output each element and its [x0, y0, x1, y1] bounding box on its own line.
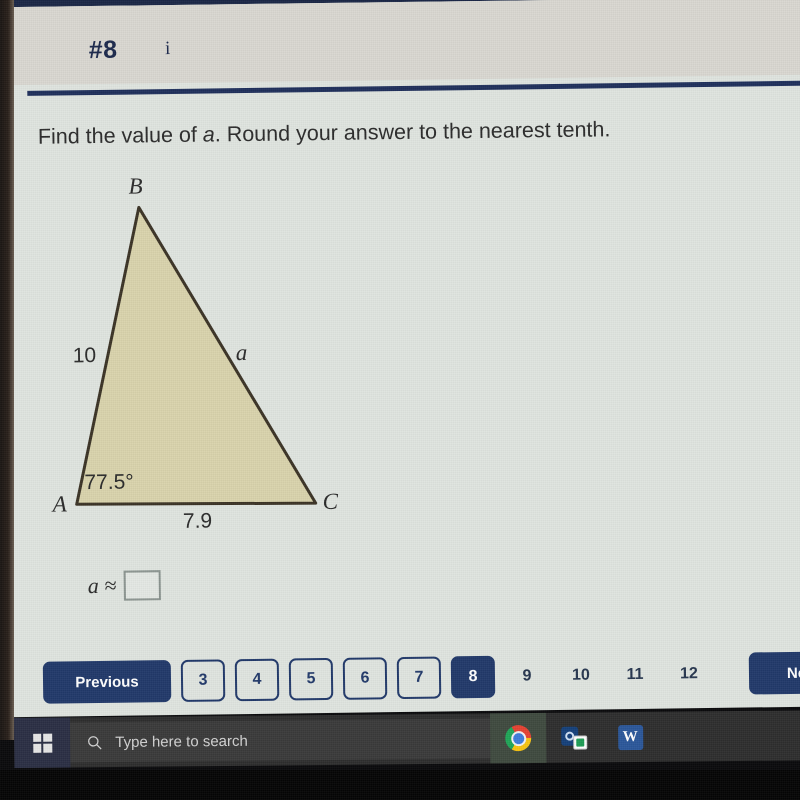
laptop-screen: #8 i Find the value of a. Round your ans… — [0, 0, 800, 735]
taskbar-app-outlook[interactable] — [546, 712, 602, 763]
screen-bezel-left — [0, 0, 14, 740]
photo-dark-area — [0, 770, 800, 800]
page-button-7[interactable]: 7 — [396, 656, 442, 700]
vertex-label-c: C — [322, 488, 339, 515]
triangle-shape — [75, 205, 318, 506]
next-button[interactable]: Next — [748, 651, 800, 695]
prompt-part-1: Find the value of — [37, 122, 203, 149]
search-placeholder-text: Type here to search — [115, 732, 248, 751]
page-button-6[interactable]: 6 — [342, 657, 388, 700]
prompt-part-2: . Round your answer to the nearest tenth… — [214, 117, 611, 147]
question-prompt: Find the value of a. Round your answer t… — [38, 117, 611, 149]
windows-taskbar: Type here to search W — [14, 710, 800, 768]
page-button-11[interactable]: 11 — [613, 654, 658, 697]
page-button-9[interactable]: 9 — [505, 655, 550, 698]
pagination-bar: Previous 3 4 5 6 7 8 9 10 11 12 Next — [7, 637, 800, 720]
page-button-10[interactable]: 10 — [559, 654, 604, 697]
prompt-variable: a — [202, 122, 215, 147]
answer-input[interactable] — [123, 570, 161, 601]
triangle-figure: B A C 10 a 7.9 77.5° — [30, 162, 395, 567]
side-label-ab: 10 — [72, 344, 97, 368]
page-button-5[interactable]: 5 — [288, 657, 334, 701]
page-button-current[interactable]: 8 — [450, 655, 496, 699]
previous-button[interactable]: Previous — [42, 660, 172, 704]
page-button-3[interactable]: 3 — [180, 659, 226, 702]
side-label-ac: 7.9 — [182, 509, 213, 533]
vertex-label-a: A — [52, 491, 67, 517]
page-button-12[interactable]: 12 — [667, 653, 712, 696]
quiz-page: #8 i Find the value of a. Round your ans… — [0, 0, 800, 720]
page-button-4[interactable]: 4 — [234, 658, 280, 702]
taskbar-search-input[interactable]: Type here to search — [70, 718, 491, 763]
taskbar-app-word[interactable]: W — [602, 712, 658, 763]
info-icon[interactable]: i — [159, 38, 177, 60]
outlook-icon — [561, 725, 588, 750]
chrome-icon — [505, 725, 532, 752]
search-icon — [88, 735, 102, 749]
start-button[interactable] — [14, 717, 71, 768]
side-label-bc: a — [235, 340, 248, 366]
photo-of-screen: #8 i Find the value of a. Round your ans… — [0, 0, 800, 800]
taskbar-app-chrome[interactable] — [489, 712, 547, 764]
answer-row: a ≈ — [88, 570, 161, 601]
answer-label: a ≈ — [87, 572, 117, 599]
question-header: #8 i — [0, 0, 800, 86]
word-icon: W — [617, 724, 643, 750]
vertex-label-b: B — [128, 173, 143, 199]
windows-logo-icon — [32, 733, 52, 753]
page-title: #8 — [88, 35, 118, 65]
taskbar-app-icons: W — [489, 712, 658, 764]
angle-label-a: 77.5° — [84, 470, 134, 495]
